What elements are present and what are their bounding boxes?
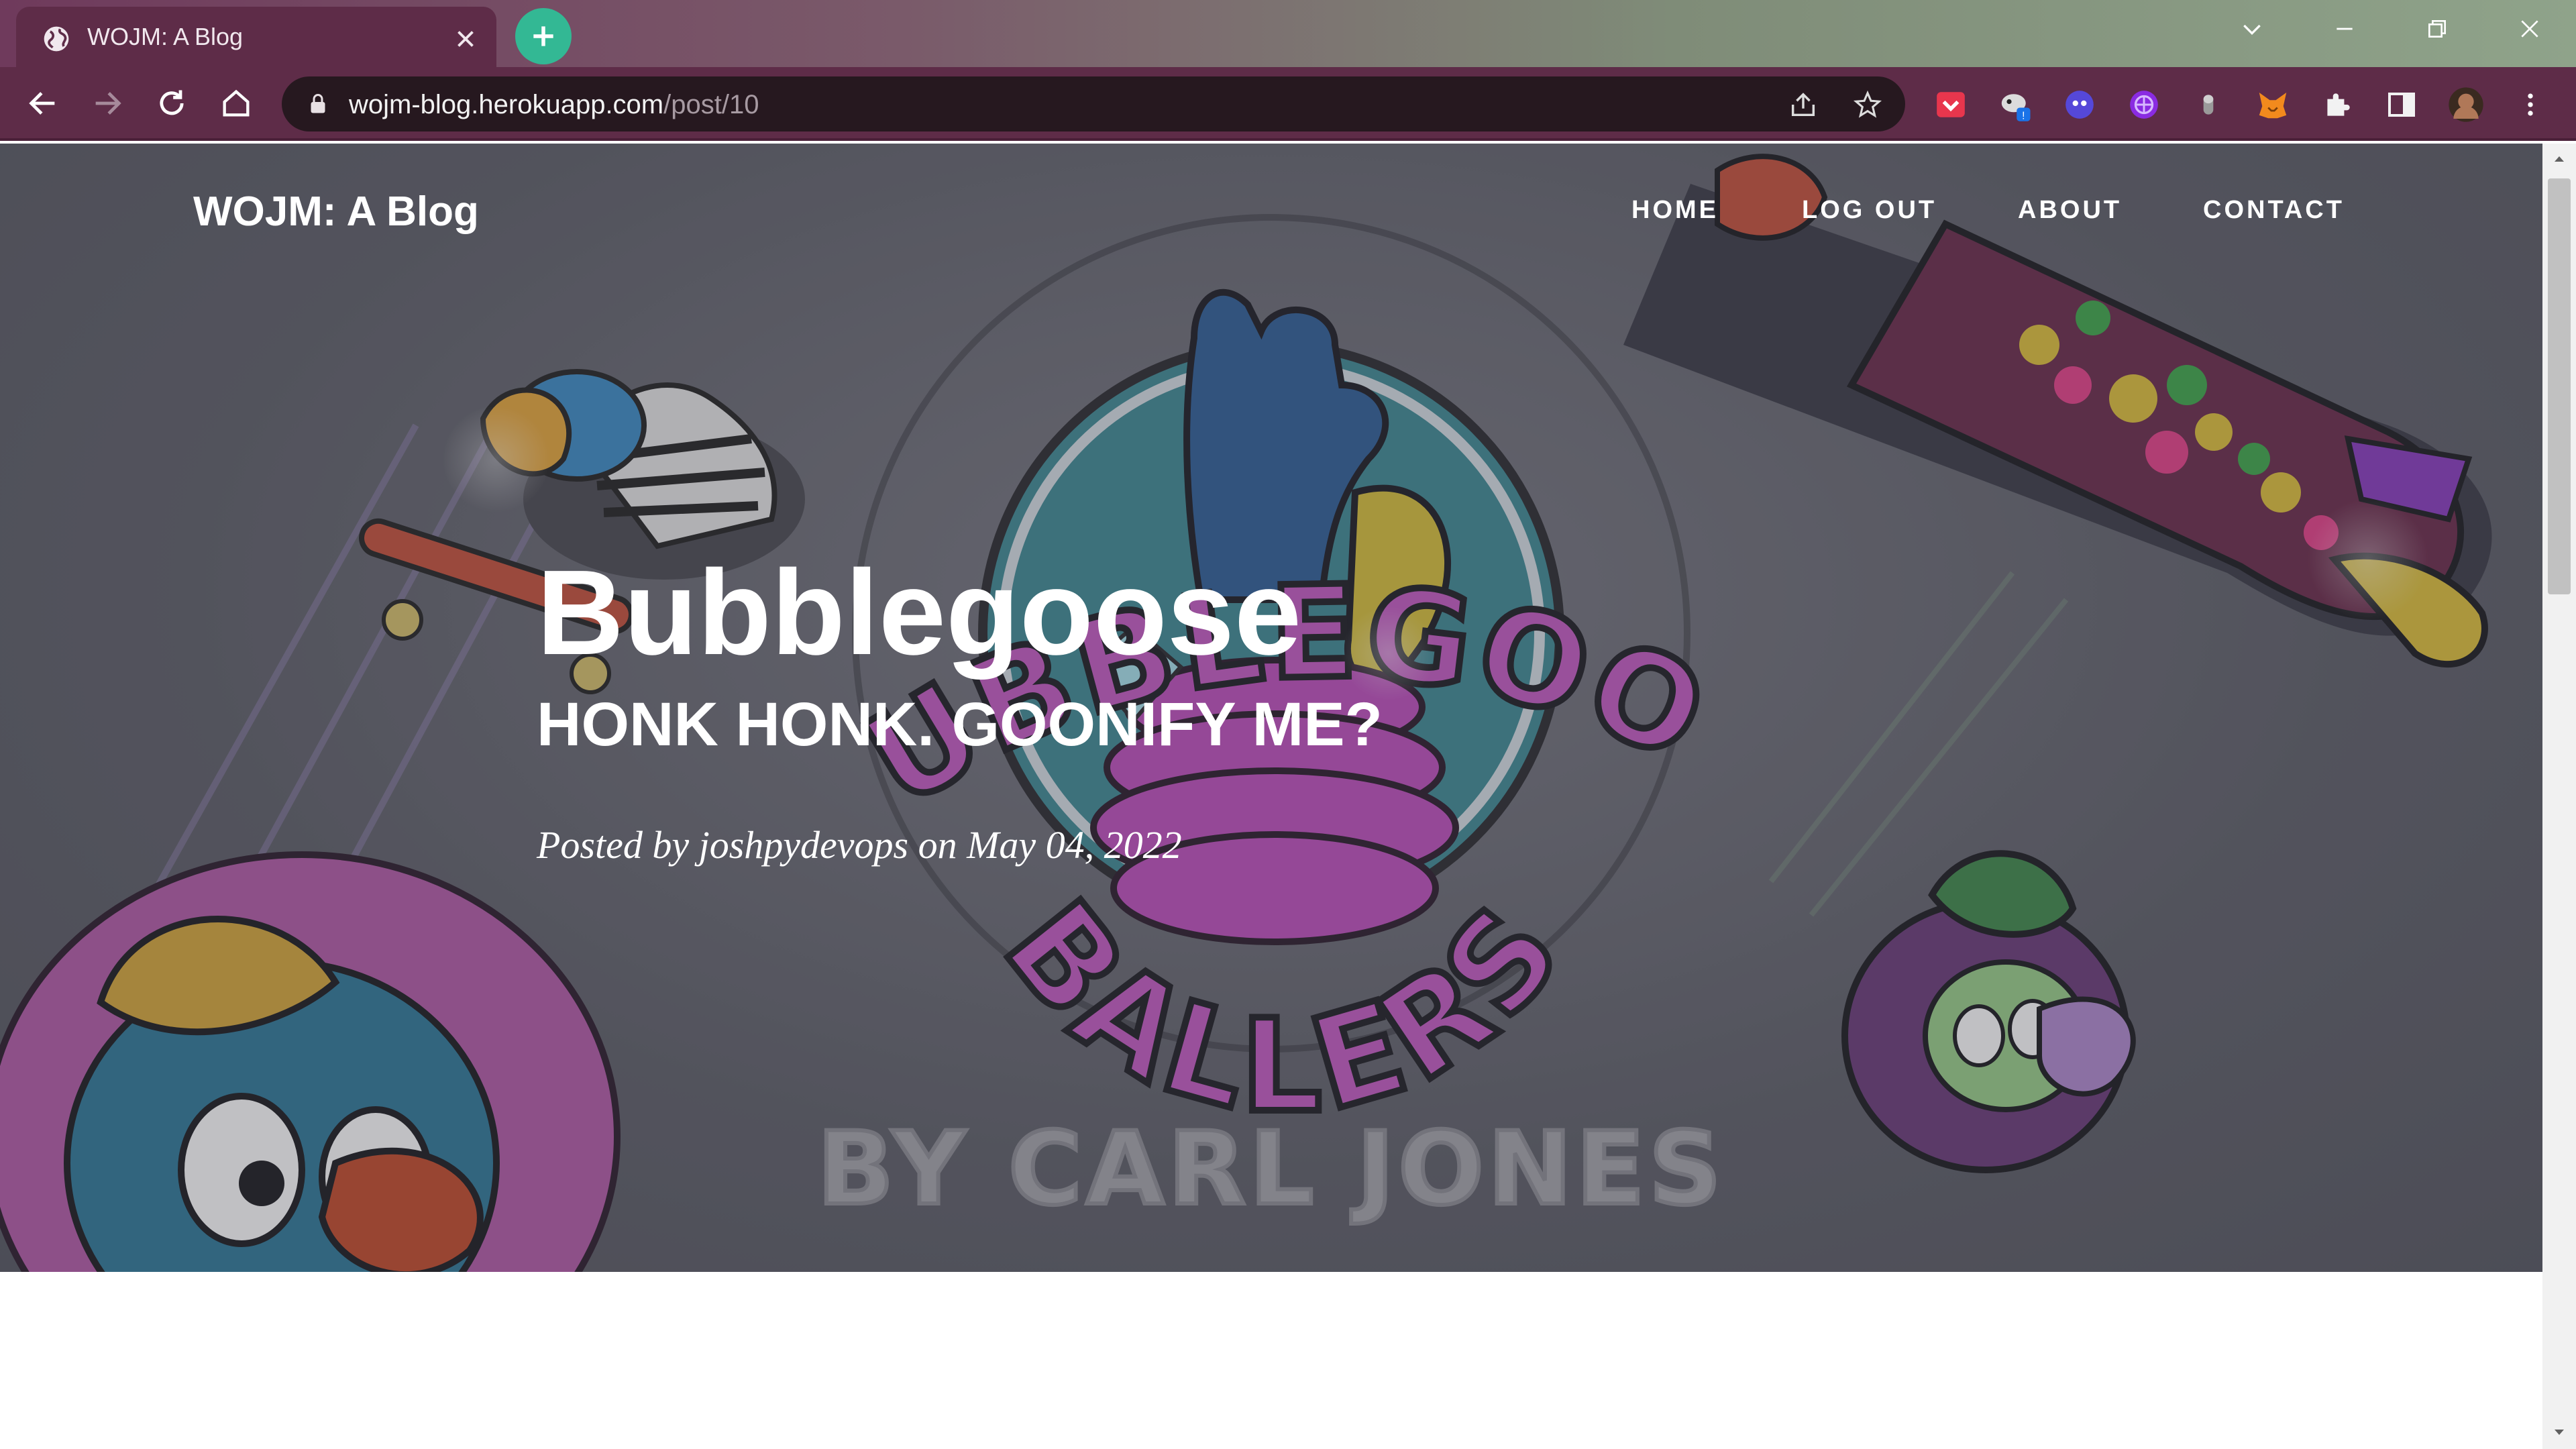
star-icon [1853,90,1882,118]
browser-menu-button[interactable] [2512,86,2549,123]
lock-icon[interactable] [306,91,330,117]
reload-button[interactable] [152,83,192,123]
ghost-icon [2065,91,2094,119]
duck-icon: ! [2001,94,2031,121]
nav-contact[interactable]: CONTACT [2203,196,2345,225]
minimize-button[interactable] [2298,0,2391,58]
kebab-menu-icon [2528,93,2533,116]
restore-icon [2428,20,2446,38]
window-controls [2206,0,2576,58]
ghost-extension[interactable] [2061,86,2098,123]
tab-search-button[interactable] [2206,0,2298,58]
tab-title: WOJM: A Blog [87,23,244,50]
address-bar[interactable]: wojm-blog.herokuapp.com/post/10 [282,76,1905,131]
arrow-right-icon [95,92,121,115]
browser-toolbar: wojm-blog.herokuapp.com/post/10 ! [0,67,2576,141]
url-text[interactable]: wojm-blog.herokuapp.com/post/10 [349,90,759,120]
tab-strip: WOJM: A Blog [0,0,2576,68]
scroll-up-arrow[interactable] [2549,149,2569,169]
scroll-down-arrow[interactable] [2549,1422,2569,1442]
restore-button[interactable] [2391,0,2483,58]
bookmark-button[interactable] [1851,89,1884,121]
home-icon [223,89,250,117]
chevron-down-icon [2243,24,2261,36]
page-scrollbar[interactable] [2542,144,2576,1449]
caret-up-icon [2555,156,2564,162]
post-subtitle: HONK HONK. GOONIFY ME? [537,690,1383,759]
back-button[interactable] [23,83,63,123]
globe-grid-icon [2130,91,2158,119]
duck-extension[interactable]: ! [1996,86,2034,123]
pocket-icon [1937,92,1965,117]
pocket-extension[interactable] [1932,86,1970,123]
minimize-icon [2337,28,2353,30]
share-icon [1791,93,1815,117]
page-viewport: BUBBLEGOOSE BALLERS BY CARL JONES [0,144,2542,1449]
capsule-icon [2203,95,2214,115]
post-hero-header: BUBBLEGOOSE BALLERS BY CARL JONES [0,144,2542,1272]
scroll-thumb[interactable] [2548,178,2571,594]
post-title: Bubblegoose [537,545,1302,680]
url-host: wojm-blog.herokuapp.com [349,90,664,119]
new-tab-button[interactable] [515,8,572,64]
arrow-left-icon [29,92,55,115]
puzzle-icon [2327,93,2350,116]
forward-button[interactable] [87,83,127,123]
globe-icon [44,26,69,52]
browser-tab[interactable]: WOJM: A Blog [16,7,496,68]
site-brand[interactable]: WOJM: A Blog [193,188,479,235]
side-panel-button[interactable] [2383,86,2420,123]
plus-icon [533,26,553,46]
web3-extension[interactable] [2125,86,2163,123]
profile-avatar[interactable] [2447,86,2485,123]
extensions-button[interactable] [2318,86,2356,123]
metamask-extension[interactable] [2254,86,2292,123]
close-icon [2521,20,2538,38]
caret-down-icon [2555,1430,2564,1435]
nav-about[interactable]: ABOUT [2018,196,2122,225]
nav-log-out[interactable]: LOG OUT [1802,196,1937,225]
url-path: /post/10 [663,90,759,119]
grey-extension[interactable] [2190,86,2227,123]
svg-text:!: ! [2022,110,2025,121]
share-button[interactable] [1787,89,1819,121]
home-button[interactable] [216,83,256,123]
post-meta: Posted by joshpydevops on May 04, 2022 [537,823,1182,867]
side-panel-icon [2388,93,2415,117]
close-tab-icon[interactable] [453,27,478,51]
avatar-icon [2449,87,2483,122]
close-window-button[interactable] [2483,0,2576,58]
reload-icon [160,90,184,115]
fox-icon [2259,93,2287,119]
nav-home[interactable]: HOME [1631,196,1719,225]
